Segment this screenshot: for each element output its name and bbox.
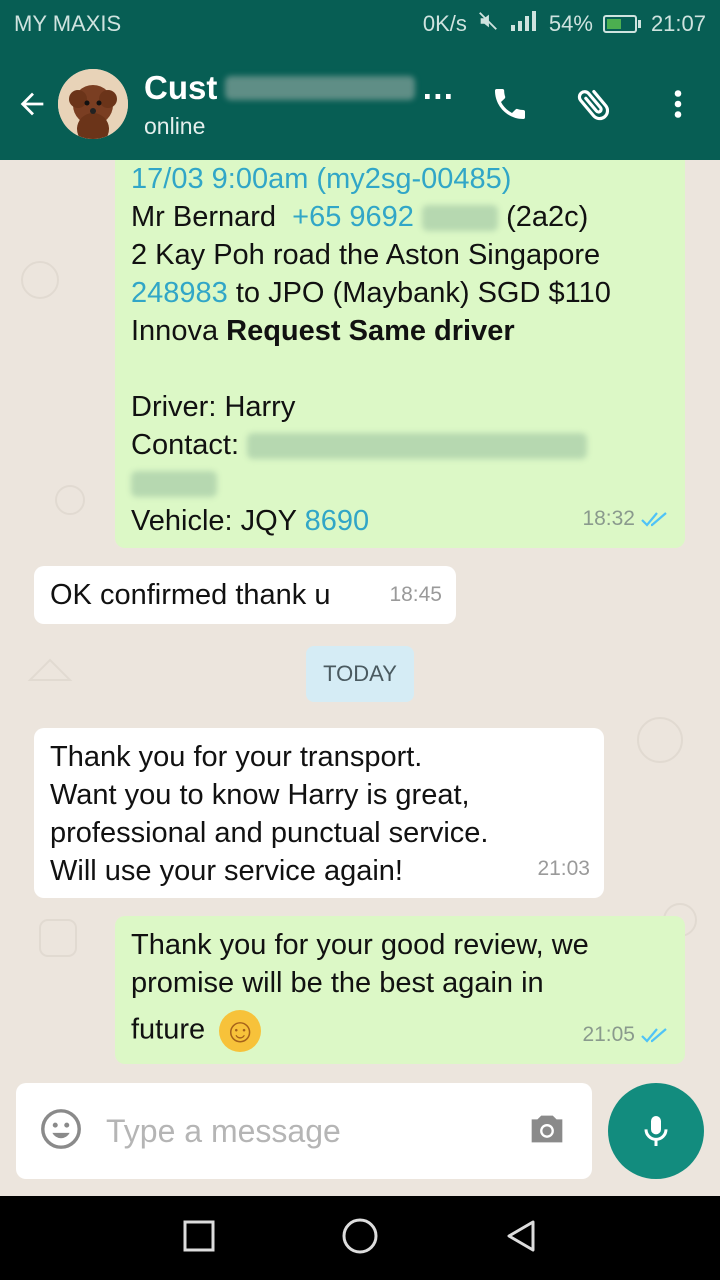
mute-icon	[477, 10, 499, 38]
smiling-emoji-icon: ☺	[219, 1010, 262, 1052]
system-nav-bar	[0, 1196, 720, 1280]
message-meta: 21:05	[582, 1016, 671, 1054]
battery-percent: 54%	[548, 11, 593, 36]
emoji-icon	[41, 1108, 81, 1149]
double-check-icon	[641, 512, 667, 527]
network-speed: 0K/s	[422, 11, 467, 36]
message-line: 17/03 9:00am (my2sg-00485)	[131, 163, 512, 195]
back-button[interactable]	[6, 48, 58, 160]
date-divider: TODAY	[306, 646, 414, 702]
message-line: Driver: Harry	[131, 391, 296, 423]
attach-button[interactable]	[552, 48, 636, 160]
message-line: Thank you for your good review, we	[131, 929, 589, 961]
message-time: 21:03	[537, 857, 590, 880]
message-composer: Type a message	[16, 1083, 592, 1179]
carrier-label: MY MAXIS	[14, 11, 122, 36]
bold-request: Request Same driver	[226, 315, 515, 347]
message-meta: 21:03	[537, 850, 590, 888]
message-line: professional and punctual service.	[50, 817, 489, 849]
phone-icon	[495, 89, 525, 119]
message-bubble-outgoing[interactable]: 17/03 9:00am (my2sg-00485) Mr Bernard +6…	[115, 160, 685, 548]
status-bar: MY MAXIS 0K/s 54% 21:07	[0, 0, 720, 48]
contact-info[interactable]: Cust… online	[144, 69, 468, 140]
booking-pax: (2a2c)	[506, 201, 589, 233]
voice-record-button[interactable]	[608, 1083, 704, 1179]
message-line: Mr Bernard +65 9692 (2a2c)	[131, 198, 669, 236]
message-line: Will use your service again!	[50, 855, 403, 887]
message-line: Thank you for your transport.	[50, 741, 423, 773]
contact-status: online	[144, 112, 206, 139]
circle-icon	[342, 1218, 378, 1253]
recents-button[interactable]	[182, 1219, 216, 1258]
message-meta: 18:45	[389, 576, 442, 614]
back-arrow-icon	[20, 92, 44, 116]
back-nav-button[interactable]	[504, 1219, 538, 1258]
square-icon	[183, 1220, 215, 1251]
home-button[interactable]	[341, 1217, 379, 1260]
battery-icon	[602, 15, 641, 33]
triangle-back-icon	[507, 1220, 535, 1251]
chat-header: Cust… online	[0, 48, 720, 160]
mic-icon	[644, 1116, 668, 1146]
message-time: 18:45	[389, 583, 442, 606]
contact-name: Cust…	[144, 68, 455, 106]
clock: 21:07	[650, 11, 706, 36]
emoji-button[interactable]	[38, 1106, 84, 1157]
message-line: Contact:	[131, 426, 669, 464]
avatar[interactable]	[58, 69, 128, 139]
message-time: 21:05	[582, 1023, 635, 1046]
phone-link[interactable]: +65 9692	[292, 201, 414, 233]
message-meta: 18:32	[582, 500, 671, 538]
message-input[interactable]: Type a message	[106, 1113, 524, 1150]
call-button[interactable]	[468, 48, 552, 160]
message-line: Want you to know Harry is great,	[50, 779, 470, 811]
more-vert-icon	[674, 90, 682, 118]
double-check-icon	[641, 1028, 667, 1043]
message-time: 18:32	[582, 507, 635, 530]
message-line: Innova Request Same driver	[131, 315, 515, 347]
message-bubble-outgoing[interactable]: Thank you for your good review, we promi…	[115, 916, 685, 1064]
redacted-text	[422, 205, 498, 232]
camera-button[interactable]	[524, 1106, 570, 1157]
postal-code-link[interactable]: 248983	[131, 277, 228, 309]
attach-icon	[577, 89, 610, 121]
message-line: promise will be the best again in	[131, 967, 544, 999]
message-line: 2 Kay Poh road the Aston Singapore	[131, 239, 601, 271]
redacted-text	[131, 471, 217, 498]
message-line: 248983 to JPO (Maybank) SGD $110	[131, 277, 611, 309]
camera-icon	[531, 1115, 563, 1142]
passenger-name: Mr Bernard	[131, 201, 293, 233]
chat-area[interactable]: 17/03 9:00am (my2sg-00485) Mr Bernard +6…	[0, 160, 720, 1196]
message-text: OK confirmed thank u	[50, 579, 331, 611]
message-bubble-incoming[interactable]: Thank you for your transport. Want you t…	[34, 728, 604, 898]
redacted-text	[247, 433, 588, 460]
message-bubble-incoming[interactable]: OK confirmed thank u 18:45	[34, 566, 456, 624]
vehicle-number-link[interactable]: 8690	[305, 505, 370, 537]
more-options-button[interactable]	[636, 48, 720, 160]
signal-icon	[509, 10, 539, 38]
